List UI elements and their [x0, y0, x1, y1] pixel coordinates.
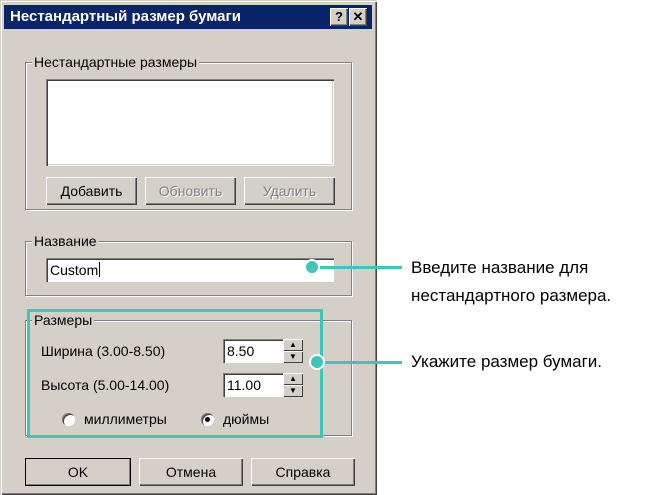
size-annotation: Укажите размер бумаги. — [411, 352, 603, 371]
name-group: Название Custom — [25, 233, 352, 296]
text-caret — [99, 262, 101, 277]
dimensions-highlight — [27, 309, 323, 438]
name-callout-line — [313, 266, 402, 269]
size-callout-line — [318, 361, 402, 364]
help-footer-button[interactable]: Справка — [251, 458, 355, 486]
update-button[interactable]: Обновить — [145, 177, 236, 205]
size-callout-dot — [309, 354, 325, 370]
help-button[interactable]: ? — [330, 8, 348, 26]
dialog-title: Нестандартный размер бумаги — [10, 8, 241, 25]
name-legend: Название — [32, 233, 99, 249]
title-bar[interactable]: Нестандартный размер бумаги ? ✕ — [4, 5, 372, 29]
name-annotation-line2: нестандартного размера. — [411, 286, 612, 305]
name-input-value: Custom — [50, 262, 99, 278]
custom-sizes-list[interactable] — [46, 79, 334, 166]
name-input[interactable]: Custom — [46, 258, 334, 282]
add-button[interactable]: Добавить — [46, 177, 137, 205]
custom-sizes-group: Нестандартные размеры Добавить Обновить … — [25, 54, 352, 210]
name-annotation-line1: Введите название для — [411, 258, 589, 277]
ok-button[interactable]: OK — [25, 458, 131, 486]
delete-button[interactable]: Удалить — [244, 177, 335, 205]
name-callout-dot — [304, 259, 320, 275]
close-icon[interactable]: ✕ — [349, 8, 367, 26]
custom-sizes-legend: Нестандартные размеры — [32, 54, 200, 70]
cancel-button[interactable]: Отмена — [139, 458, 243, 486]
